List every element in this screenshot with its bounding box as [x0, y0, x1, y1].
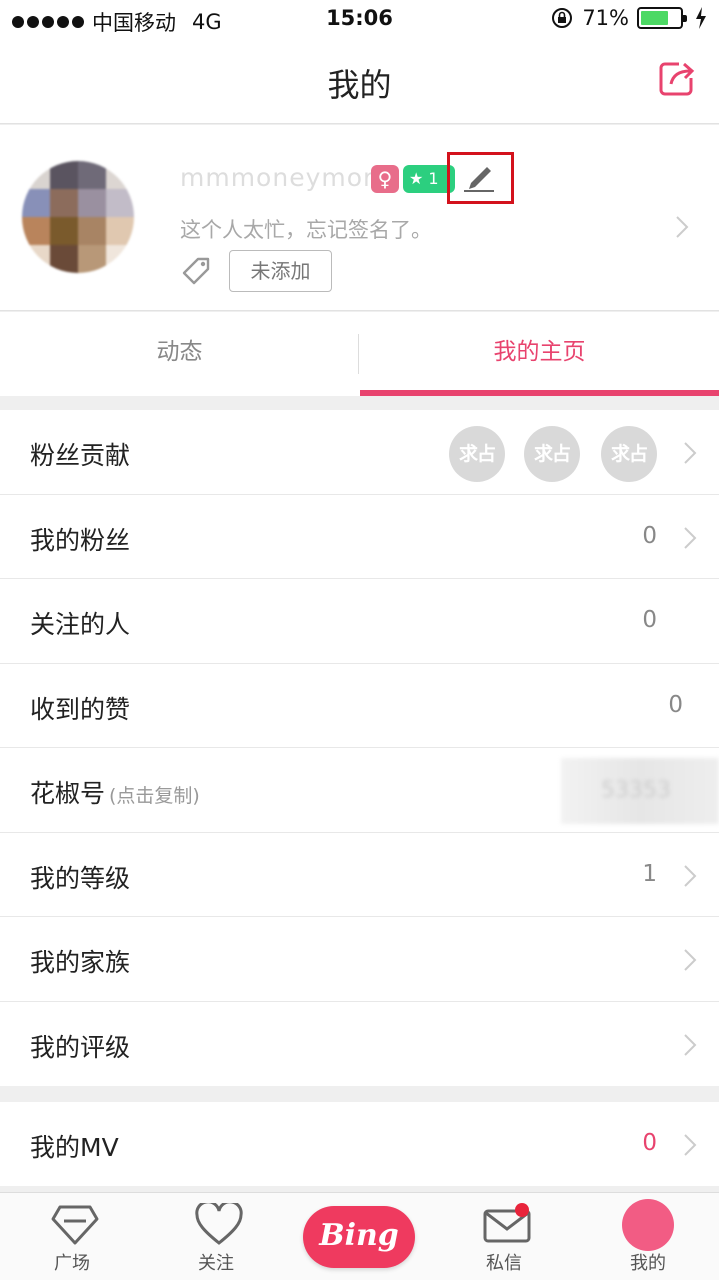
mv-count: 0 — [642, 1130, 657, 1156]
fan-slot-badge: 求占 — [524, 426, 580, 482]
profile-page: 中国移动 4G 15:06 71% 我的 mmmoneymore ♀ ★ 1 这… — [0, 0, 719, 1280]
huajiao-id-value: 53353 — [561, 758, 719, 824]
navigation-bar: 我的 — [0, 40, 719, 124]
unread-dot — [515, 1203, 529, 1217]
tab-label: 广场 — [54, 1253, 90, 1274]
row-label: 关注的人 — [30, 610, 131, 639]
active-tab-indicator — [360, 390, 719, 396]
signature-text: 这个人太忙，忘记签名了。 — [180, 218, 432, 242]
row-my-family[interactable]: 我的家族 — [0, 917, 719, 1002]
fans-count: 0 — [642, 522, 657, 549]
tab-label: 私信 — [486, 1253, 522, 1274]
avatar[interactable] — [22, 161, 134, 273]
me-avatar-icon — [622, 1199, 674, 1251]
username: mmmoneymore — [180, 163, 391, 192]
pencil-icon[interactable] — [461, 161, 497, 193]
row-label-text: 花椒号 — [30, 779, 106, 808]
tab-square[interactable]: 广场 — [22, 1193, 122, 1280]
level-value: 1 — [642, 860, 657, 887]
gender-badge: ♀ — [371, 165, 399, 193]
row-label: 我的粉丝 — [30, 525, 131, 555]
profile-menu-list: 粉丝贡献 求占 求占 求占 我的粉丝 0 关注的人 0 收到的赞 0 花椒号 (点… — [0, 410, 719, 1086]
orientation-lock-icon — [552, 8, 573, 28]
battery-icon — [637, 7, 687, 29]
row-my-fans[interactable]: 我的粉丝 0 — [0, 495, 719, 579]
row-label: 我的等级 — [30, 863, 131, 893]
tag-icon — [182, 257, 210, 285]
bottom-tab-bar: 广场 关注 Bing 私信 我的 — [0, 1192, 719, 1280]
chevron-right-icon — [684, 949, 697, 971]
tab-my-homepage[interactable]: 我的主页 — [360, 312, 719, 396]
chevron-right-icon — [684, 1134, 697, 1156]
row-label: 收到的赞 — [30, 694, 131, 724]
diamond-icon — [51, 1205, 99, 1245]
tab-activity[interactable]: 动态 — [0, 312, 359, 396]
tab-me[interactable]: 我的 — [598, 1193, 698, 1280]
charging-icon — [696, 7, 706, 29]
tab-label: 关注 — [198, 1253, 234, 1274]
row-following[interactable]: 关注的人 0 — [0, 579, 719, 664]
row-label: 我的家族 — [30, 948, 131, 977]
chevron-right-icon — [684, 1033, 697, 1056]
fan-slot-badge: 求占 — [601, 426, 657, 482]
row-my-mv[interactable]: 我的MV 0 — [0, 1102, 719, 1187]
mv-section: 我的MV 0 — [0, 1102, 719, 1186]
likes-count: 0 — [668, 691, 683, 718]
following-count: 0 — [642, 607, 657, 633]
row-label: 我的评级 — [30, 1032, 131, 1062]
row-fan-contribution[interactable]: 粉丝贡献 求占 求占 求占 — [0, 410, 719, 495]
heart-icon — [195, 1203, 243, 1245]
chevron-right-icon — [684, 526, 697, 549]
copy-hint: (点击复制) — [109, 785, 200, 807]
profile-header[interactable]: mmmoneymore ♀ ★ 1 这个人太忙，忘记签名了。 未添加 — [0, 125, 719, 311]
status-bar: 中国移动 4G 15:06 71% — [0, 0, 719, 40]
tab-label: 我的 — [630, 1253, 666, 1274]
tab-follow[interactable]: 关注 — [166, 1193, 266, 1280]
bing-live-button[interactable]: Bing — [303, 1206, 415, 1268]
row-label: 粉丝贡献 — [30, 441, 131, 470]
share-icon[interactable] — [657, 58, 697, 98]
page-title: 我的 — [327, 66, 392, 104]
row-label: 我的MV — [30, 1133, 119, 1162]
add-tag-button[interactable]: 未添加 — [229, 250, 332, 292]
tab-messages[interactable]: 私信 — [454, 1193, 554, 1280]
profile-tabs: 动态 我的主页 — [0, 312, 719, 396]
fan-slot-badge: 求占 — [449, 426, 505, 482]
chevron-right-icon — [676, 216, 689, 238]
chevron-right-icon — [684, 442, 697, 464]
chevron-right-icon — [684, 864, 697, 887]
tab-divider — [358, 334, 359, 374]
row-label: 花椒号 (点击复制) — [30, 774, 200, 810]
row-likes-received[interactable]: 收到的赞 0 — [0, 664, 719, 748]
battery-percent: 71% — [582, 6, 629, 30]
row-huajiao-id[interactable]: 花椒号 (点击复制) 53353 — [0, 748, 719, 833]
row-my-level[interactable]: 我的等级 1 — [0, 833, 719, 917]
row-my-rating[interactable]: 我的评级 — [0, 1002, 719, 1087]
